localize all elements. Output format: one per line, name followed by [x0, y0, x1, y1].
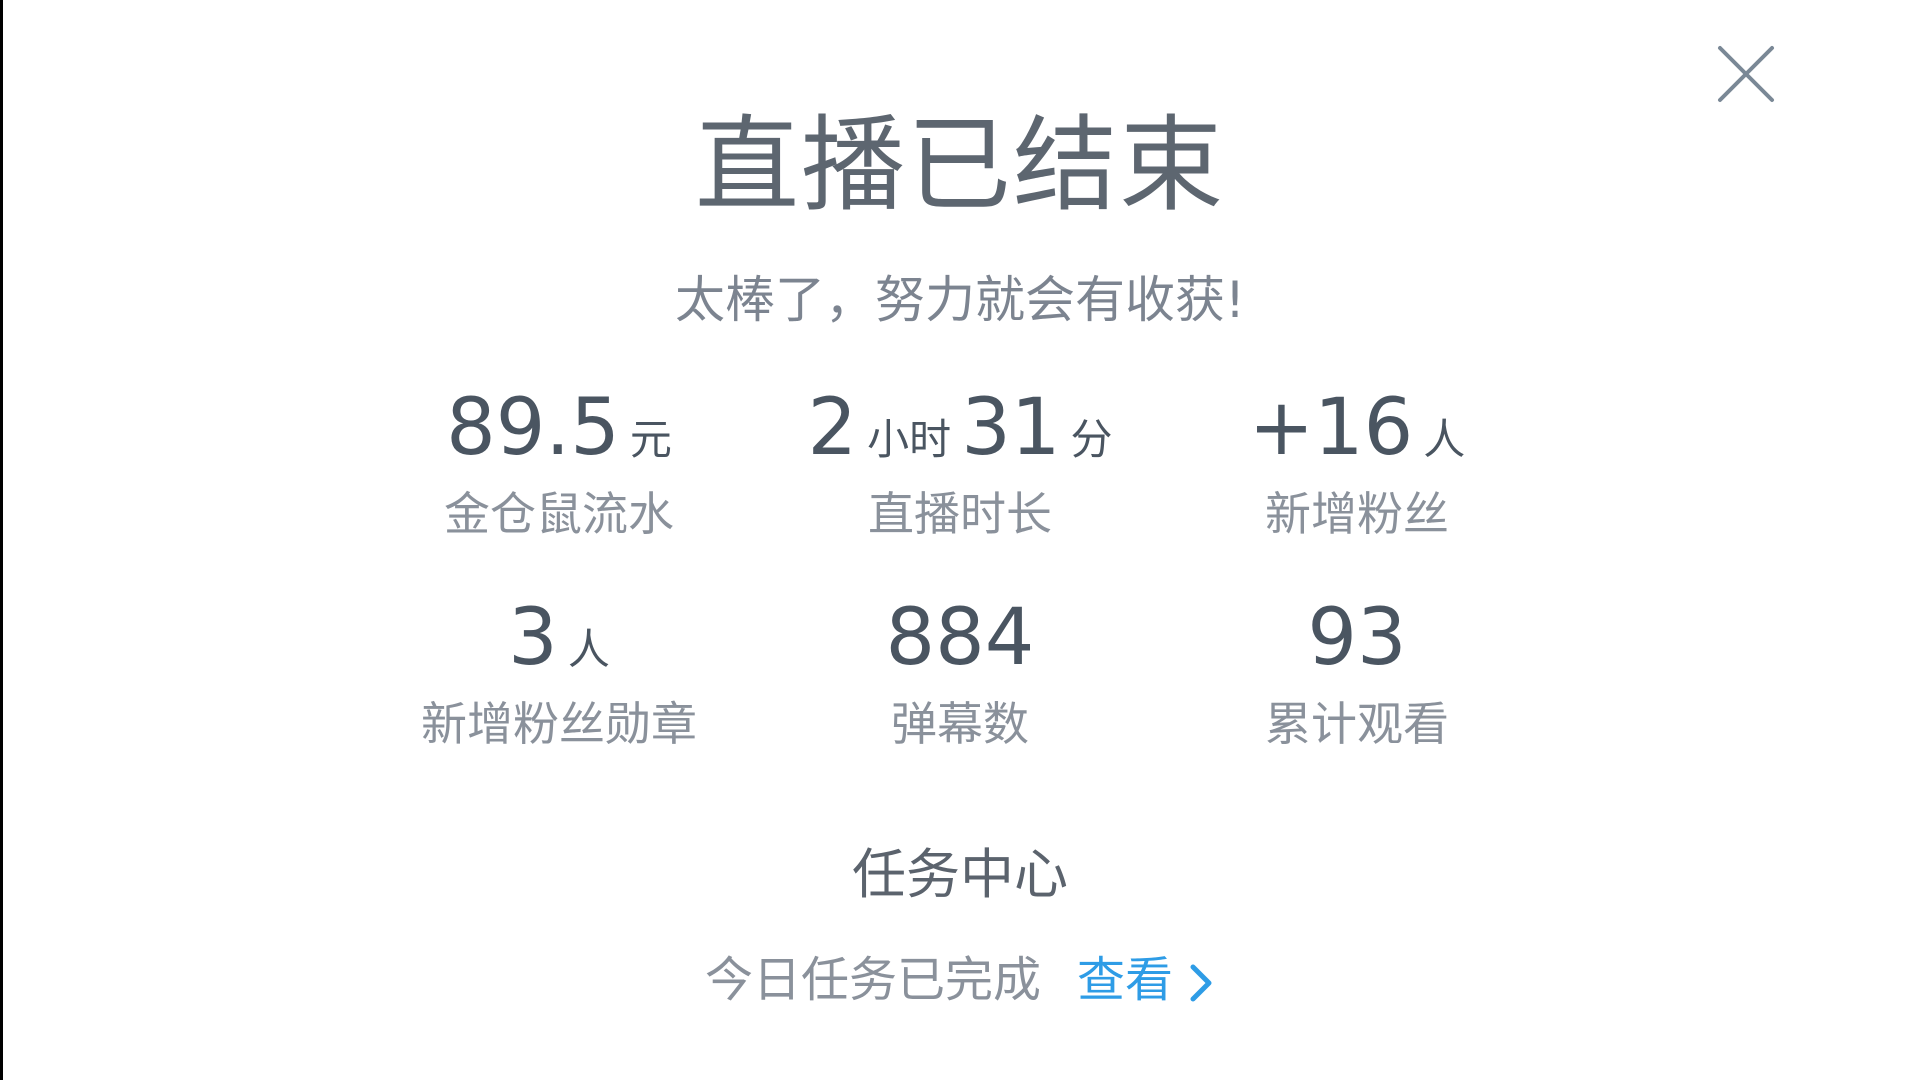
dialog-subtitle: 太棒了，努力就会有收获!	[674, 271, 1246, 329]
stat-total-views-label: 累计观看	[1265, 697, 1449, 751]
fan-badges-number: 3	[508, 593, 558, 683]
task-center-title: 任务中心	[852, 843, 1068, 906]
stat-revenue: 89.5 元 金仓鼠流水	[339, 378, 779, 544]
task-status-text: 今日任务已完成	[704, 952, 1041, 1008]
stat-danmaku-value: 884	[740, 588, 1180, 688]
task-center-status-row: 今日任务已完成 查看	[0, 945, 1920, 1015]
view-tasks-link[interactable]: 查看	[1077, 945, 1215, 1015]
duration-minutes: 31	[961, 383, 1061, 473]
stat-revenue-value: 89.5 元	[339, 378, 779, 478]
view-tasks-label: 查看	[1077, 952, 1174, 1008]
dialog-title: 直播已结束	[694, 104, 1225, 226]
stat-danmaku: 884 弹幕数	[740, 588, 1180, 754]
stat-total-views: 93 累计观看	[1137, 588, 1577, 754]
stat-new-fans-value: +16 人	[1137, 378, 1577, 478]
total-views-number: 93	[1307, 593, 1407, 683]
stat-new-fans-label: 新增粉丝	[1265, 487, 1449, 541]
fan-badges-unit: 人	[567, 625, 610, 674]
revenue-number: 89.5	[446, 383, 620, 473]
close-icon	[1718, 46, 1774, 102]
duration-minutes-unit: 分	[1070, 415, 1113, 464]
stat-duration-value: 2 小时 31 分	[740, 378, 1180, 478]
revenue-unit: 元	[629, 415, 672, 464]
stat-danmaku-label: 弹幕数	[891, 697, 1029, 751]
new-fans-unit: 人	[1423, 415, 1466, 464]
stat-total-views-value: 93	[1137, 588, 1577, 688]
stat-duration: 2 小时 31 分 直播时长	[740, 378, 1180, 544]
close-button[interactable]	[1714, 42, 1778, 106]
stat-fan-badges-label: 新增粉丝勋章	[421, 697, 697, 751]
new-fans-number: +16	[1248, 383, 1414, 473]
stat-revenue-label: 金仓鼠流水	[444, 487, 674, 541]
stat-fan-badges-value: 3人	[339, 588, 779, 688]
duration-hours: 2	[807, 383, 858, 473]
danmaku-number: 884	[885, 593, 1035, 683]
duration-hours-unit: 小时	[867, 415, 952, 464]
stat-fan-badges: 3人 新增粉丝勋章	[339, 588, 779, 754]
stat-duration-label: 直播时长	[868, 487, 1052, 541]
stat-new-fans: +16 人 新增粉丝	[1137, 378, 1577, 544]
chevron-right-icon	[1187, 961, 1215, 1005]
